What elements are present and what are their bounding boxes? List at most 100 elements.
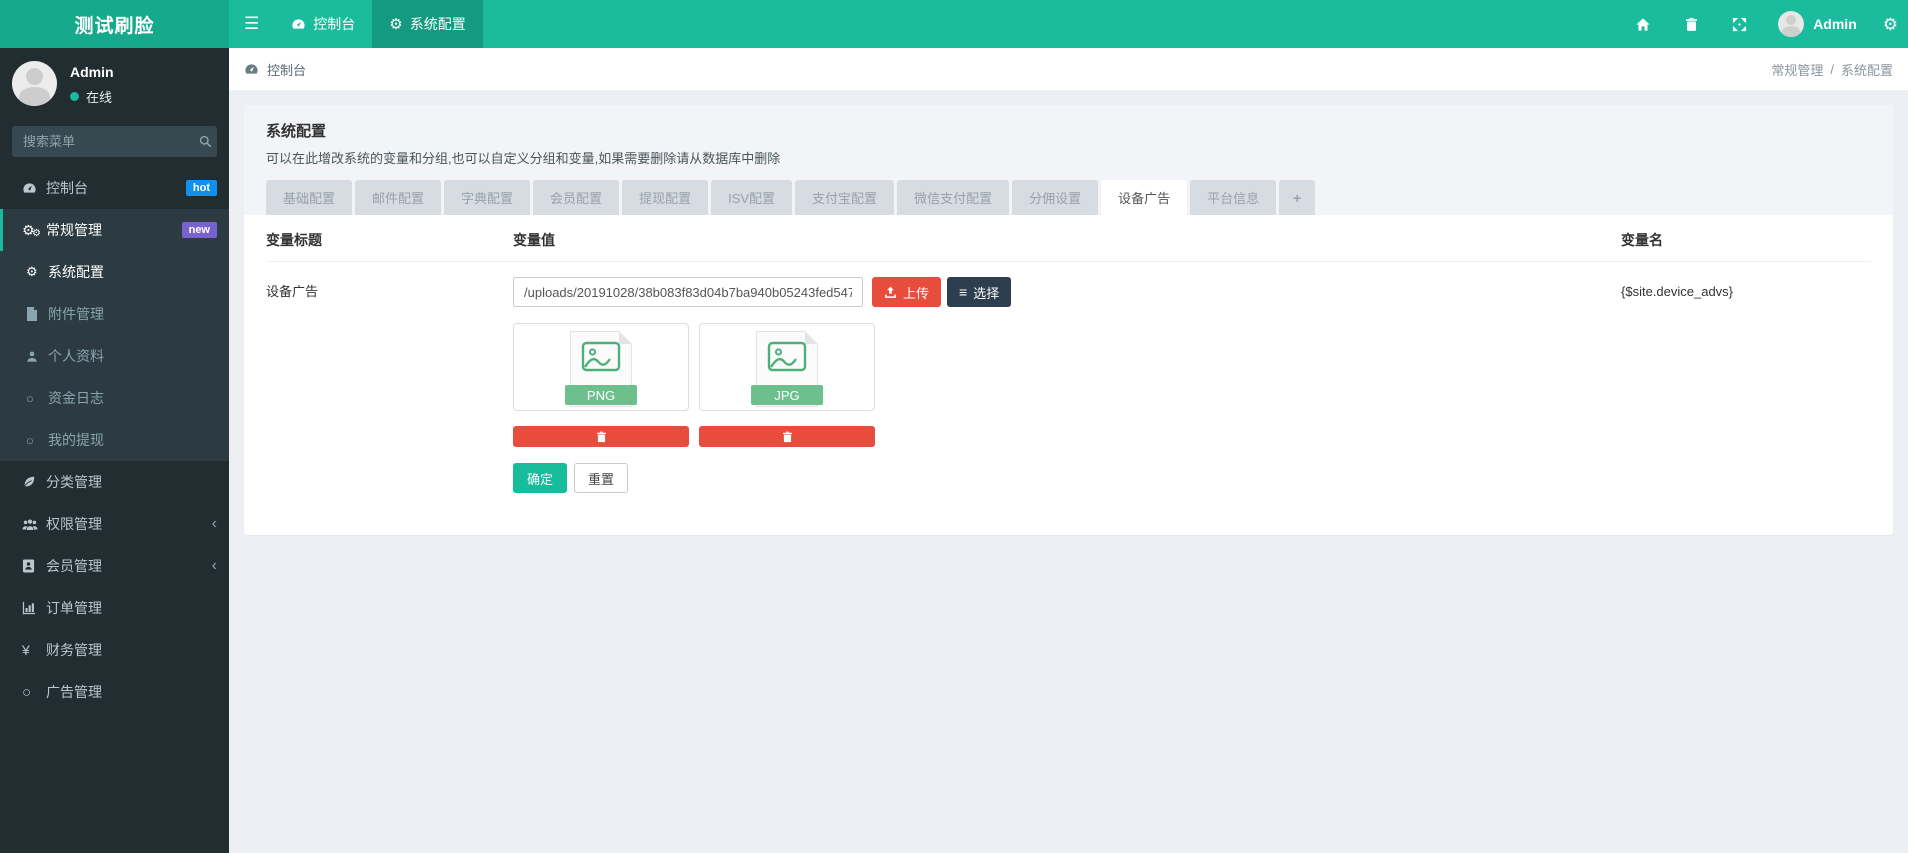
delete-preview-button[interactable] — [513, 426, 689, 447]
clear-cache-button[interactable] — [1668, 0, 1715, 48]
online-status-dot — [70, 92, 79, 101]
sidebar-menu: 控制台 hot ⚙ ⚙ 常规管理 new ⚙ 系统配置 附件管理 个人资料 ○ … — [0, 167, 229, 713]
gear-icon: ⚙ — [389, 16, 403, 33]
breadcrumb-bar: 控制台 常规管理 / 系统配置 — [229, 48, 1908, 90]
avatar — [1778, 11, 1805, 37]
fullscreen-button[interactable] — [1715, 0, 1764, 48]
form-actions: 确定 重置 — [513, 463, 1621, 493]
tab-platform-info[interactable]: 平台信息 — [1190, 180, 1277, 215]
file-type-badge: JPG — [751, 385, 823, 405]
trash-icon — [596, 431, 607, 443]
file-image-icon: JPG — [751, 331, 823, 407]
gears-icon: ⚙ ⚙ — [22, 222, 41, 239]
home-icon — [1635, 17, 1651, 32]
top-nav-menu: ☰ 控制台 ⚙ 系统配置 — [229, 0, 483, 48]
sidebar-user-status: 在线 — [70, 87, 114, 106]
hamburger-icon: ☰ — [244, 14, 260, 33]
sidebar-toggle-button[interactable]: ☰ — [229, 0, 274, 48]
preview-item-jpg: JPG — [699, 323, 875, 447]
topnav-tab-dashboard[interactable]: 控制台 — [274, 0, 372, 48]
sidebar-item-money-log[interactable]: ○ 资金日志 — [0, 377, 229, 419]
sidebar-search — [12, 126, 217, 157]
row-value-area: 上传 ≡ 选择 — [513, 262, 1621, 493]
sidebar-item-general-management[interactable]: ⚙ ⚙ 常规管理 new — [0, 209, 229, 251]
panel-title: 系统配置 — [266, 123, 327, 140]
tab-device-ads[interactable]: 设备广告 — [1101, 180, 1188, 215]
tab-basic-config[interactable]: 基础配置 — [266, 180, 353, 215]
user-menu[interactable]: Admin — [1764, 11, 1871, 37]
dashboard-icon — [244, 62, 259, 77]
topnav-tab-label: 控制台 — [313, 16, 356, 32]
image-glyph-icon — [767, 341, 807, 372]
sidebar-user-name: Admin — [70, 64, 114, 80]
gears-icon: ⚙ — [1882, 14, 1898, 34]
sidebar-item-dashboard[interactable]: 控制台 hot — [0, 167, 229, 209]
sidebar-item-finance-management[interactable]: ¥ 财务管理 — [0, 629, 229, 671]
topnav-tab-system-config[interactable]: ⚙ 系统配置 — [372, 0, 483, 48]
main-area: 控制台 常规管理 / 系统配置 系统配置 可以在此增改系统的变量和分组,也可以自… — [229, 48, 1908, 853]
search-icon[interactable] — [199, 135, 212, 148]
circle-icon: ○ — [26, 390, 34, 406]
trash-icon — [1685, 17, 1698, 32]
home-button[interactable] — [1618, 0, 1668, 48]
user-icon — [26, 350, 48, 363]
preview-image-png[interactable]: PNG — [513, 323, 689, 411]
sidebar-submenu-general: ⚙ 系统配置 附件管理 个人资料 ○ 资金日志 ○ 我的提现 — [0, 251, 229, 461]
upload-button[interactable]: 上传 — [872, 277, 942, 307]
settings-button[interactable]: ⚙ — [1871, 0, 1908, 48]
panel-body: 变量标题 变量值 变量名 设备广告 /uploads/20191028/38b0… — [244, 215, 1893, 535]
column-header-value: 变量值 — [513, 215, 1621, 262]
tab-alipay-config[interactable]: 支付宝配置 — [795, 180, 895, 215]
new-badge: new — [181, 222, 217, 238]
breadcrumb-dashboard[interactable]: 控制台 — [244, 60, 306, 79]
preview-image-jpg[interactable]: JPG — [699, 323, 875, 411]
breadcrumb-parent[interactable]: 常规管理 — [1771, 60, 1823, 79]
tab-commission-config[interactable]: 分佣设置 — [1012, 180, 1099, 215]
preview-list: PNG JPG — [513, 323, 1621, 447]
panel-heading: 系统配置 可以在此增改系统的变量和分组,也可以自定义分组和变量,如果需要删除请从… — [244, 105, 1893, 215]
sidebar-item-system-config[interactable]: ⚙ 系统配置 — [0, 251, 229, 293]
config-panel: 系统配置 可以在此增改系统的变量和分组,也可以自定义分组和变量,如果需要删除请从… — [244, 105, 1893, 535]
breadcrumb-current: 系统配置 — [1840, 62, 1893, 78]
sidebar-item-member-management[interactable]: 会员管理 ‹ — [0, 545, 229, 587]
config-table-header: 变量标题 变量值 变量名 — [266, 215, 1871, 262]
tab-member-config[interactable]: 会员配置 — [533, 180, 620, 215]
sidebar: Admin 在线 控制台 — [0, 48, 229, 853]
app-root: 测试刷脸 ☰ 控制台 ⚙ 系统配置 Admin ⚙ Admin 在线 搜索菜单 … — [0, 0, 1908, 853]
sidebar-item-category-management[interactable]: 分类管理 — [0, 461, 229, 503]
app-logo[interactable]: 测试刷脸 — [0, 0, 229, 48]
delete-preview-button[interactable] — [699, 426, 875, 447]
top-navbar-right: Admin ⚙ — [1618, 0, 1908, 48]
tab-dictionary-config[interactable]: 字典配置 — [444, 180, 531, 215]
trash-icon — [782, 431, 793, 443]
row-title: 设备广告 — [266, 284, 319, 299]
sidebar-item-order-management[interactable]: 订单管理 — [0, 587, 229, 629]
tab-isv-config[interactable]: ISV配置 — [711, 180, 793, 215]
row-var-name: {$site.device_advs} — [1621, 284, 1734, 299]
top-navbar: 测试刷脸 ☰ 控制台 ⚙ 系统配置 Admin ⚙ — [0, 0, 1908, 48]
circle-icon: ○ — [26, 432, 34, 448]
sidebar-search-input[interactable] — [23, 134, 199, 149]
users-icon — [22, 518, 46, 531]
sidebar-item-profile[interactable]: 个人资料 — [0, 335, 229, 377]
preview-item-png: PNG — [513, 323, 689, 447]
file-image-icon: PNG — [565, 331, 637, 407]
tab-email-config[interactable]: 邮件配置 — [355, 180, 442, 215]
sidebar-item-permission-management[interactable]: 权限管理 ‹ — [0, 503, 229, 545]
submit-button[interactable]: 确定 — [513, 463, 568, 493]
add-tab-button[interactable]: + — [1279, 180, 1316, 215]
sidebar-item-attachment-management[interactable]: 附件管理 — [0, 293, 229, 335]
choose-button[interactable]: ≡ 选择 — [947, 277, 1012, 307]
dashboard-icon — [291, 17, 306, 32]
tab-withdraw-config[interactable]: 提现配置 — [622, 180, 709, 215]
sidebar-item-ad-management[interactable]: ○ 广告管理 — [0, 671, 229, 713]
hot-badge: hot — [185, 180, 217, 196]
avatar[interactable] — [12, 61, 57, 106]
bar-chart-icon — [22, 601, 46, 615]
circle-icon: ○ — [22, 683, 32, 701]
upload-path-input[interactable] — [513, 277, 863, 307]
reset-button[interactable]: 重置 — [574, 463, 629, 493]
tab-wechatpay-config[interactable]: 微信支付配置 — [897, 180, 1010, 215]
leaf-icon — [22, 475, 46, 489]
sidebar-item-my-withdrawal[interactable]: ○ 我的提现 — [0, 419, 229, 461]
